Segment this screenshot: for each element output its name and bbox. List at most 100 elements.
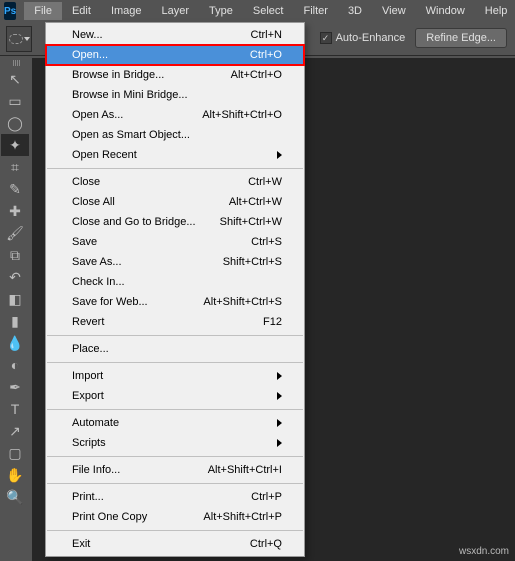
tool-preset-picker[interactable] — [6, 26, 32, 52]
menu-item-open[interactable]: Open... Ctrl+O — [46, 45, 304, 65]
submenu-arrow-icon — [277, 372, 282, 380]
menubar-item-window[interactable]: Window — [416, 2, 475, 20]
menu-item-shortcut: Ctrl+O — [250, 48, 282, 62]
menu-separator — [47, 483, 303, 484]
menu-item-label: File Info... — [72, 463, 120, 477]
menu-item-close-and-go-to-bridge[interactable]: Close and Go to Bridge... Shift+Ctrl+W — [46, 212, 304, 232]
menu-separator — [47, 168, 303, 169]
menu-item-print-one-copy[interactable]: Print One CopyAlt+Shift+Ctrl+P — [46, 507, 304, 527]
menu-item-place[interactable]: Place... — [46, 339, 304, 359]
menu-item-open-as-smart-object[interactable]: Open as Smart Object... — [46, 125, 304, 145]
history-brush-tool[interactable]: ↶ — [1, 266, 29, 288]
type-tool[interactable]: T — [1, 398, 29, 420]
auto-enhance-label: Auto-Enhance — [336, 32, 406, 44]
menu-item-shortcut: Alt+Ctrl+W — [229, 195, 282, 209]
menu-item-shortcut: Ctrl+S — [251, 235, 282, 249]
menu-item-file-info[interactable]: File Info... Alt+Shift+Ctrl+I — [46, 460, 304, 480]
app-logo: Ps — [4, 2, 16, 20]
menu-item-label: Close — [72, 175, 100, 189]
menu-separator — [47, 362, 303, 363]
menu-item-import[interactable]: Import — [46, 366, 304, 386]
move-tool[interactable]: ↖ — [1, 68, 29, 90]
eyedropper-tool[interactable]: ✎ — [1, 178, 29, 200]
menubar-item-select[interactable]: Select — [243, 2, 294, 20]
menu-item-close[interactable]: CloseCtrl+W — [46, 172, 304, 192]
menu-item-label: Open Recent — [72, 148, 137, 162]
zoom-tool[interactable]: 🔍 — [1, 486, 29, 508]
gradient-tool[interactable]: ▮ — [1, 310, 29, 332]
menubar-item-3d[interactable]: 3D — [338, 2, 372, 20]
menu-item-automate[interactable]: Automate — [46, 413, 304, 433]
menubar-item-view[interactable]: View — [372, 2, 416, 20]
quick-select-icon — [9, 34, 23, 44]
menubar-item-layer[interactable]: Layer — [152, 2, 200, 20]
menu-item-label: Save As... — [72, 255, 122, 269]
menu-item-export[interactable]: Export — [46, 386, 304, 406]
checkmark-icon: ✓ — [320, 32, 332, 44]
menu-item-browse-in-mini-bridge[interactable]: Browse in Mini Bridge... — [46, 85, 304, 105]
menu-item-label: Browse in Bridge... — [72, 68, 164, 82]
menu-item-save-for-web[interactable]: Save for Web... Alt+Shift+Ctrl+S — [46, 292, 304, 312]
file-menu-dropdown: New... Ctrl+N Open... Ctrl+O Browse in Bridg… — [45, 22, 305, 557]
menubar-item-file[interactable]: File — [24, 2, 62, 20]
menu-item-new[interactable]: New... Ctrl+N — [46, 25, 304, 45]
menubar-item-help[interactable]: Help — [475, 2, 515, 20]
refine-edge-button[interactable]: Refine Edge... — [415, 28, 507, 48]
clone-stamp-tool[interactable]: ⧉ — [1, 244, 29, 266]
menubar-item-filter[interactable]: Filter — [293, 2, 337, 20]
menu-item-open-as[interactable]: Open As...Alt+Shift+Ctrl+O — [46, 105, 304, 125]
rectangle-tool[interactable]: ▢ — [1, 442, 29, 464]
rect-marquee-tool[interactable]: ▭ — [1, 90, 29, 112]
options-right-controls: ✓ Auto-Enhance Refine Edge... — [320, 28, 507, 48]
menu-separator — [47, 456, 303, 457]
submenu-arrow-icon — [277, 439, 282, 447]
menu-item-open-recent[interactable]: Open Recent — [46, 145, 304, 165]
path-select-tool[interactable]: ↗ — [1, 420, 29, 442]
menu-item-label: Open as Smart Object... — [72, 128, 190, 142]
menu-item-label: Close and Go to Bridge... — [72, 215, 196, 229]
menu-item-label: Browse in Mini Bridge... — [72, 88, 188, 102]
menu-item-label: Save for Web... — [72, 295, 148, 309]
healing-brush-tool[interactable]: ✚ — [1, 200, 29, 222]
menu-item-label: Open... — [72, 48, 108, 62]
menu-item-revert[interactable]: Revert F12 — [46, 312, 304, 332]
menu-item-shortcut: F12 — [263, 315, 282, 329]
toolbox-grip[interactable] — [1, 58, 31, 68]
menu-item-exit[interactable]: ExitCtrl+Q — [46, 534, 304, 554]
blur-tool[interactable]: 💧 — [1, 332, 29, 354]
menu-item-shortcut: Shift+Ctrl+W — [220, 215, 282, 229]
menu-item-save-as[interactable]: Save As...Shift+Ctrl+S — [46, 252, 304, 272]
menu-item-label: Save — [72, 235, 97, 249]
menubar-item-type[interactable]: Type — [199, 2, 243, 20]
menu-item-close-all[interactable]: Close AllAlt+Ctrl+W — [46, 192, 304, 212]
menu-item-shortcut: Ctrl+N — [251, 28, 282, 42]
menu-item-label: New... — [72, 28, 103, 42]
lasso-tool[interactable]: ◯ — [1, 112, 29, 134]
menu-item-shortcut: Alt+Shift+Ctrl+S — [203, 295, 282, 309]
hand-tool[interactable]: ✋ — [1, 464, 29, 486]
quick-select-tool[interactable]: ✦ — [1, 134, 29, 156]
brush-tool[interactable]: 🖌 — [1, 222, 29, 244]
menu-item-label: Scripts — [72, 436, 106, 450]
menubar: Ps FileEditImageLayerTypeSelectFilter3DV… — [0, 0, 515, 22]
menu-item-shortcut: Alt+Shift+Ctrl+O — [202, 108, 282, 122]
menu-item-save[interactable]: Save Ctrl+S — [46, 232, 304, 252]
menu-item-check-in[interactable]: Check In... — [46, 272, 304, 292]
menu-item-label: Revert — [72, 315, 104, 329]
auto-enhance-checkbox[interactable]: ✓ Auto-Enhance — [320, 32, 406, 44]
menubar-item-edit[interactable]: Edit — [62, 2, 101, 20]
pen-tool[interactable]: ✒ — [1, 376, 29, 398]
crop-tool[interactable]: ⌗ — [1, 156, 29, 178]
menu-item-shortcut: Alt+Shift+Ctrl+I — [208, 463, 282, 477]
submenu-arrow-icon — [277, 392, 282, 400]
menubar-item-image[interactable]: Image — [101, 2, 152, 20]
menu-item-scripts[interactable]: Scripts — [46, 433, 304, 453]
menu-item-label: Import — [72, 369, 103, 383]
menu-item-shortcut: Ctrl+P — [251, 490, 282, 504]
menu-item-label: Print One Copy — [72, 510, 147, 524]
dodge-tool[interactable]: ◐ — [1, 354, 29, 376]
menu-item-browse-in-bridge[interactable]: Browse in Bridge...Alt+Ctrl+O — [46, 65, 304, 85]
menu-item-print[interactable]: Print...Ctrl+P — [46, 487, 304, 507]
eraser-tool[interactable]: ◧ — [1, 288, 29, 310]
menu-separator — [47, 409, 303, 410]
